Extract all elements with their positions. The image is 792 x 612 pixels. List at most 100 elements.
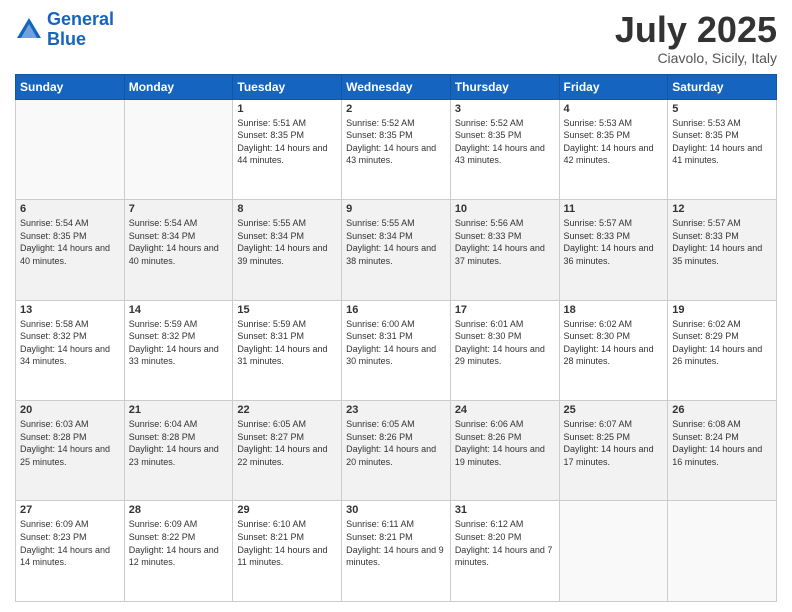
- day-number: 13: [20, 304, 120, 316]
- day-number: 14: [129, 304, 229, 316]
- calendar-week-1: 1Sunrise: 5:51 AMSunset: 8:35 PMDaylight…: [16, 99, 777, 199]
- calendar-cell: [124, 99, 233, 199]
- logo-line2: Blue: [47, 29, 86, 49]
- day-info: Sunrise: 6:09 AMSunset: 8:23 PMDaylight:…: [20, 518, 120, 568]
- calendar-cell: 20Sunrise: 6:03 AMSunset: 8:28 PMDayligh…: [16, 401, 125, 501]
- calendar-cell: 9 Sunrise: 5:55 AMSunset: 8:34 PMDaylight…: [342, 200, 451, 300]
- calendar-cell: 31Sunrise: 6:12 AMSunset: 8:20 PMDayligh…: [450, 501, 559, 602]
- day-info: Sunrise: 6:05 AMSunset: 8:26 PMDaylight:…: [346, 418, 446, 468]
- calendar-cell: 2Sunrise: 5:52 AMSunset: 8:35 PMDaylight…: [342, 99, 451, 199]
- day-info: Sunrise: 5:59 AMSunset: 8:31 PMDaylight:…: [237, 318, 337, 368]
- weekday-header-row: Sunday Monday Tuesday Wednesday Thursday…: [16, 74, 777, 99]
- day-info: Sunrise: 6:06 AMSunset: 8:26 PMDaylight:…: [455, 418, 555, 468]
- day-info: Sunrise: 5:53 AMSunset: 8:35 PMDaylight:…: [564, 117, 664, 167]
- day-number: 23: [346, 404, 446, 416]
- day-info: Sunrise: 5:55 AMSunset: 8:34 PMDaylight:…: [237, 217, 337, 267]
- day-number: 4: [564, 103, 664, 115]
- header-saturday: Saturday: [668, 74, 777, 99]
- header-thursday: Thursday: [450, 74, 559, 99]
- day-number: 7: [129, 203, 229, 215]
- logo-text: General Blue: [47, 10, 114, 50]
- day-number: 30: [346, 504, 446, 516]
- calendar-cell: 14 Sunrise: 5:59 AMSunset: 8:32 PMDayligh…: [124, 300, 233, 400]
- day-info: Sunrise: 5:55 AMSunset: 8:34 PMDaylight:…: [346, 217, 446, 267]
- day-info: Sunrise: 6:03 AMSunset: 8:28 PMDaylight:…: [20, 418, 120, 468]
- calendar-cell: [559, 501, 668, 602]
- calendar-cell: [668, 501, 777, 602]
- day-number: 11: [564, 203, 664, 215]
- calendar-cell: 11 Sunrise: 5:57 AMSunset: 8:33 PMDayligh…: [559, 200, 668, 300]
- page: General Blue July 2025 Ciavolo, Sicily, …: [0, 0, 792, 612]
- day-info: Sunrise: 6:07 AMSunset: 8:25 PMDaylight:…: [564, 418, 664, 468]
- day-info: Sunrise: 5:56 AMSunset: 8:33 PMDaylight:…: [455, 217, 555, 267]
- header-friday: Friday: [559, 74, 668, 99]
- calendar-cell: 15 Sunrise: 5:59 AMSunset: 8:31 PMDayligh…: [233, 300, 342, 400]
- calendar-cell: 10 Sunrise: 5:56 AMSunset: 8:33 PMDayligh…: [450, 200, 559, 300]
- day-number: 31: [455, 504, 555, 516]
- calendar-cell: 30 Sunrise: 6:11 AMSunset: 8:21 PMDayligh…: [342, 501, 451, 602]
- day-number: 17: [455, 304, 555, 316]
- day-number: 8: [237, 203, 337, 215]
- day-number: 29: [237, 504, 337, 516]
- logo-line1: General: [47, 9, 114, 29]
- calendar-cell: 6 Sunrise: 5:54 AMSunset: 8:35 PMDaylight…: [16, 200, 125, 300]
- calendar-cell: 12Sunrise: 5:57 AMSunset: 8:33 PMDayligh…: [668, 200, 777, 300]
- day-info: Sunrise: 5:54 AMSunset: 8:35 PMDaylight:…: [20, 217, 120, 267]
- calendar-cell: 13 Sunrise: 5:58 AMSunset: 8:32 PMDayligh…: [16, 300, 125, 400]
- calendar-cell: 27 Sunrise: 6:09 AMSunset: 8:23 PMDayligh…: [16, 501, 125, 602]
- calendar-week-4: 20Sunrise: 6:03 AMSunset: 8:28 PMDayligh…: [16, 401, 777, 501]
- calendar-cell: 8 Sunrise: 5:55 AMSunset: 8:34 PMDaylight…: [233, 200, 342, 300]
- day-info: Sunrise: 6:09 AMSunset: 8:22 PMDaylight:…: [129, 518, 229, 568]
- day-info: Sunrise: 5:58 AMSunset: 8:32 PMDaylight:…: [20, 318, 120, 368]
- day-info: Sunrise: 6:04 AMSunset: 8:28 PMDaylight:…: [129, 418, 229, 468]
- day-number: 6: [20, 203, 120, 215]
- day-info: Sunrise: 5:51 AMSunset: 8:35 PMDaylight:…: [237, 117, 337, 167]
- calendar-cell: 17 Sunrise: 6:01 AMSunset: 8:30 PMDayligh…: [450, 300, 559, 400]
- day-number: 2: [346, 103, 446, 115]
- day-info: Sunrise: 6:11 AMSunset: 8:21 PMDaylight:…: [346, 518, 446, 568]
- calendar-cell: 4 Sunrise: 5:53 AMSunset: 8:35 PMDaylight…: [559, 99, 668, 199]
- day-number: 26: [672, 404, 772, 416]
- day-number: 5: [672, 103, 772, 115]
- calendar-cell: [16, 99, 125, 199]
- day-number: 15: [237, 304, 337, 316]
- day-info: Sunrise: 6:10 AMSunset: 8:21 PMDaylight:…: [237, 518, 337, 568]
- month-title: July 2025: [615, 10, 777, 50]
- calendar-cell: 21Sunrise: 6:04 AMSunset: 8:28 PMDayligh…: [124, 401, 233, 501]
- day-info: Sunrise: 5:52 AMSunset: 8:35 PMDaylight:…: [455, 117, 555, 167]
- day-info: Sunrise: 5:59 AMSunset: 8:32 PMDaylight:…: [129, 318, 229, 368]
- title-area: July 2025 Ciavolo, Sicily, Italy: [615, 10, 777, 66]
- calendar-cell: 7 Sunrise: 5:54 AMSunset: 8:34 PMDaylight…: [124, 200, 233, 300]
- calendar-cell: 29 Sunrise: 6:10 AMSunset: 8:21 PMDayligh…: [233, 501, 342, 602]
- day-number: 3: [455, 103, 555, 115]
- day-number: 10: [455, 203, 555, 215]
- day-info: Sunrise: 6:01 AMSunset: 8:30 PMDaylight:…: [455, 318, 555, 368]
- day-info: Sunrise: 6:05 AMSunset: 8:27 PMDaylight:…: [237, 418, 337, 468]
- day-number: 19: [672, 304, 772, 316]
- day-number: 12: [672, 203, 772, 215]
- day-number: 24: [455, 404, 555, 416]
- calendar-cell: 28Sunrise: 6:09 AMSunset: 8:22 PMDayligh…: [124, 501, 233, 602]
- calendar-cell: 24 Sunrise: 6:06 AMSunset: 8:26 PMDayligh…: [450, 401, 559, 501]
- day-number: 25: [564, 404, 664, 416]
- day-number: 22: [237, 404, 337, 416]
- day-number: 16: [346, 304, 446, 316]
- calendar-cell: 16Sunrise: 6:00 AMSunset: 8:31 PMDayligh…: [342, 300, 451, 400]
- calendar: Sunday Monday Tuesday Wednesday Thursday…: [15, 74, 777, 602]
- logo-icon: [15, 16, 43, 44]
- header-wednesday: Wednesday: [342, 74, 451, 99]
- calendar-week-5: 27 Sunrise: 6:09 AMSunset: 8:23 PMDayligh…: [16, 501, 777, 602]
- day-info: Sunrise: 5:57 AMSunset: 8:33 PMDaylight:…: [564, 217, 664, 267]
- calendar-week-3: 13 Sunrise: 5:58 AMSunset: 8:32 PMDayligh…: [16, 300, 777, 400]
- day-number: 9: [346, 203, 446, 215]
- calendar-cell: 5Sunrise: 5:53 AMSunset: 8:35 PMDaylight…: [668, 99, 777, 199]
- calendar-cell: 26Sunrise: 6:08 AMSunset: 8:24 PMDayligh…: [668, 401, 777, 501]
- day-info: Sunrise: 6:02 AMSunset: 8:30 PMDaylight:…: [564, 318, 664, 368]
- calendar-week-2: 6 Sunrise: 5:54 AMSunset: 8:35 PMDaylight…: [16, 200, 777, 300]
- day-number: 18: [564, 304, 664, 316]
- day-number: 27: [20, 504, 120, 516]
- calendar-cell: 23 Sunrise: 6:05 AMSunset: 8:26 PMDayligh…: [342, 401, 451, 501]
- calendar-cell: 25 Sunrise: 6:07 AMSunset: 8:25 PMDayligh…: [559, 401, 668, 501]
- calendar-cell: 18 Sunrise: 6:02 AMSunset: 8:30 PMDayligh…: [559, 300, 668, 400]
- day-info: Sunrise: 5:54 AMSunset: 8:34 PMDaylight:…: [129, 217, 229, 267]
